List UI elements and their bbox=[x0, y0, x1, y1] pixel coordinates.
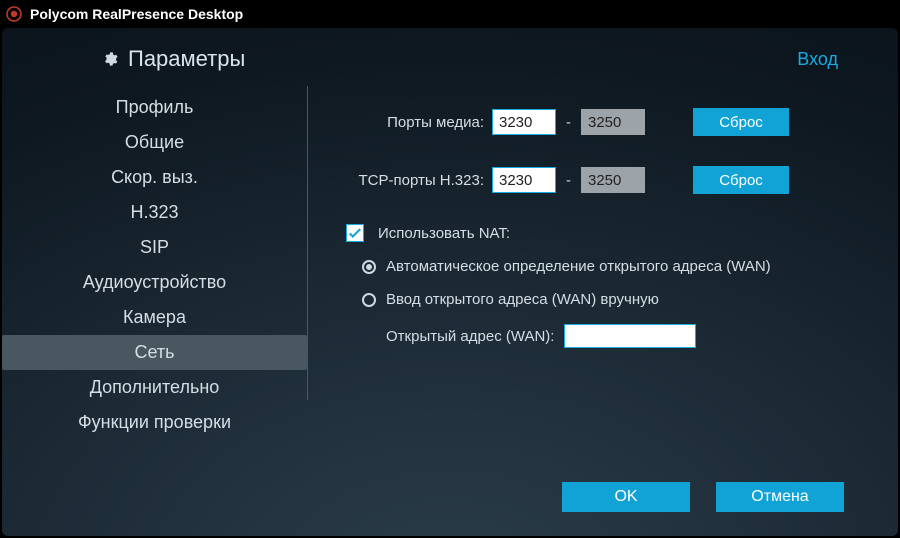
content-panel: Порты медиа: - Сброс TCP-порты H.323: - … bbox=[308, 86, 858, 440]
sidebar-item-label: Функции проверки bbox=[78, 412, 231, 433]
sidebar-item-audio[interactable]: Аудиоустройство bbox=[2, 265, 307, 300]
sidebar-item-label: H.323 bbox=[130, 202, 178, 223]
tcp-ports-label: TCP-порты H.323: bbox=[344, 172, 484, 189]
sidebar-item-label: SIP bbox=[140, 237, 169, 258]
sidebar-item-profile[interactable]: Профиль bbox=[2, 90, 307, 125]
nat-manual-row: Ввод открытого адреса (WAN) вручную bbox=[362, 291, 848, 308]
wan-address-input[interactable] bbox=[564, 324, 696, 348]
sidebar-item-label: Профиль bbox=[116, 97, 194, 118]
media-port-to-input bbox=[581, 109, 645, 135]
ok-button[interactable]: OK bbox=[562, 482, 690, 512]
sidebar-item-label: Общие bbox=[125, 132, 184, 153]
nat-auto-row: Автоматическое определение открытого адр… bbox=[362, 258, 848, 275]
media-ports-label: Порты медиа: bbox=[344, 114, 484, 131]
media-port-from-input[interactable] bbox=[492, 109, 556, 135]
use-nat-label: Использовать NAT: bbox=[378, 225, 510, 242]
dash: - bbox=[564, 114, 573, 131]
nat-manual-label: Ввод открытого адреса (WAN) вручную bbox=[386, 291, 659, 308]
titlebar: Polycom RealPresence Desktop bbox=[0, 0, 900, 28]
nat-auto-label: Автоматическое определение открытого адр… bbox=[386, 258, 771, 275]
main-window: Параметры Вход Профиль Общие Скор. выз. … bbox=[2, 28, 898, 536]
checkmark-icon bbox=[348, 226, 362, 240]
sidebar-item-general[interactable]: Общие bbox=[2, 125, 307, 160]
gear-icon bbox=[102, 51, 118, 67]
header: Параметры Вход bbox=[2, 28, 898, 86]
sidebar-item-camera[interactable]: Камера bbox=[2, 300, 307, 335]
login-link[interactable]: Вход bbox=[797, 49, 838, 70]
wan-address-row: Открытый адрес (WAN): bbox=[386, 324, 848, 348]
page-title: Параметры bbox=[128, 46, 245, 72]
sidebar-item-advanced[interactable]: Дополнительно bbox=[2, 370, 307, 405]
sidebar-item-sip[interactable]: SIP bbox=[2, 230, 307, 265]
tcp-ports-reset-button[interactable]: Сброс bbox=[693, 166, 789, 194]
footer: OK Отмена bbox=[562, 482, 844, 512]
media-ports-reset-button[interactable]: Сброс bbox=[693, 108, 789, 136]
wan-address-label: Открытый адрес (WAN): bbox=[386, 328, 554, 345]
nat-manual-radio[interactable] bbox=[362, 293, 376, 307]
cancel-button[interactable]: Отмена bbox=[716, 482, 844, 512]
sidebar-item-label: Аудиоустройство bbox=[83, 272, 226, 293]
sidebar-item-test[interactable]: Функции проверки bbox=[2, 405, 307, 440]
nat-auto-radio[interactable] bbox=[362, 260, 376, 274]
media-ports-row: Порты медиа: - Сброс bbox=[344, 108, 848, 136]
sidebar-item-calls[interactable]: Скор. выз. bbox=[2, 160, 307, 195]
dash: - bbox=[564, 172, 573, 189]
tcp-port-from-input[interactable] bbox=[492, 167, 556, 193]
use-nat-checkbox[interactable] bbox=[346, 224, 364, 242]
tcp-port-to-input bbox=[581, 167, 645, 193]
use-nat-row: Использовать NAT: bbox=[346, 224, 848, 242]
sidebar-item-h323[interactable]: H.323 bbox=[2, 195, 307, 230]
header-left: Параметры bbox=[102, 46, 245, 72]
sidebar-item-network[interactable]: Сеть bbox=[2, 335, 307, 370]
sidebar-item-label: Дополнительно bbox=[90, 377, 220, 398]
app-title: Polycom RealPresence Desktop bbox=[30, 6, 243, 22]
sidebar-item-label: Камера bbox=[123, 307, 186, 328]
app-logo-icon bbox=[6, 6, 22, 22]
sidebar-item-label: Сеть bbox=[134, 342, 174, 363]
sidebar: Профиль Общие Скор. выз. H.323 SIP Аудио… bbox=[2, 86, 307, 440]
sidebar-item-label: Скор. выз. bbox=[111, 167, 198, 188]
tcp-ports-row: TCP-порты H.323: - Сброс bbox=[344, 166, 848, 194]
